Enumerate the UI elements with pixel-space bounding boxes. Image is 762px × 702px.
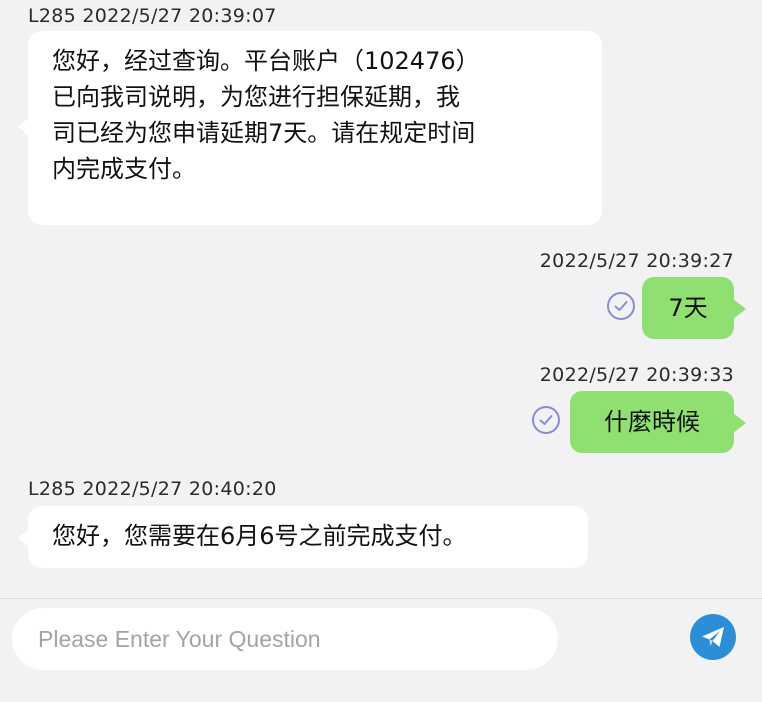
send-icon: [702, 627, 724, 647]
outgoing-message-bubble: 什麼時候: [570, 391, 746, 453]
message-text: 什麼時候: [604, 408, 700, 436]
message-line: 您好，经过查询。平台账户（102476）: [52, 47, 480, 75]
message-timestamp: 2022/5/27 20:39:27: [539, 250, 734, 272]
message-line: 司已经为您申请延期7天。请在规定时间: [52, 119, 476, 147]
message-meta: L285 2022/5/27 20:40:20: [28, 478, 277, 500]
send-button[interactable]: [690, 614, 736, 660]
message-composer: [0, 599, 762, 702]
sender-name: L285: [28, 478, 77, 500]
message-timestamp: 2022/5/27 20:39:33: [539, 364, 734, 386]
message-text: 7天: [668, 294, 708, 322]
check-circle-icon: [532, 406, 560, 434]
incoming-message-bubble: 您好，经过查询。平台账户（102476） 已向我司说明，为您进行担保延期，我 司…: [18, 31, 602, 225]
question-input-wrapper: [12, 608, 558, 670]
message-timestamp: 2022/5/27 20:40:20: [82, 478, 277, 500]
message-line: 内完成支付。: [52, 155, 196, 183]
message-line: 已向我司说明，为您进行担保延期，我: [52, 83, 460, 111]
message-text: 您好，您需要在6月6号之前完成支付。: [52, 522, 467, 550]
message-timestamp: 2022/5/27 20:39:07: [82, 5, 277, 27]
message-meta: L285 2022/5/27 20:39:07: [28, 5, 277, 27]
chat-area: L285 2022/5/27 20:39:07 您好，经过查询。平台账户（102…: [0, 0, 762, 598]
question-input[interactable]: [12, 625, 558, 653]
check-circle-icon: [607, 292, 635, 320]
outgoing-message-bubble: 7天: [642, 277, 746, 339]
sender-name: L285: [28, 5, 77, 27]
incoming-message-bubble: 您好，您需要在6月6号之前完成支付。: [18, 506, 588, 568]
